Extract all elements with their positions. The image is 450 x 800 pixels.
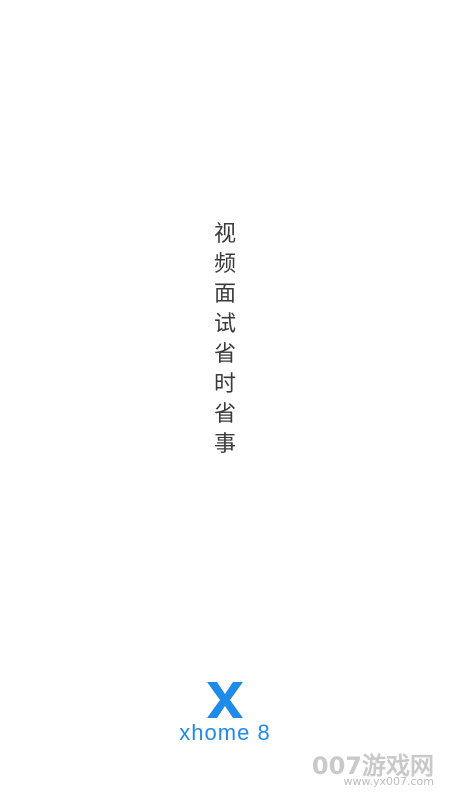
slogan-char: 省 (213, 342, 236, 367)
x-logo-icon (207, 682, 243, 718)
slogan-char: 省 (213, 402, 236, 427)
slogan-char: 频 (213, 252, 236, 277)
slogan-char: 面 (213, 282, 236, 307)
watermark: 007游戏网 www.yx007.com (282, 746, 442, 794)
watermark-url: www.yx007.com (343, 775, 434, 788)
slogan-char: 试 (213, 312, 236, 337)
slogan-char: 事 (213, 432, 236, 457)
brand-name: xhome 8 (179, 720, 271, 745)
slogan-char: 视 (213, 222, 236, 247)
slogan-char: 时 (213, 372, 236, 397)
slogan: 视 频 面 试 省 时 省 事 (209, 220, 241, 460)
